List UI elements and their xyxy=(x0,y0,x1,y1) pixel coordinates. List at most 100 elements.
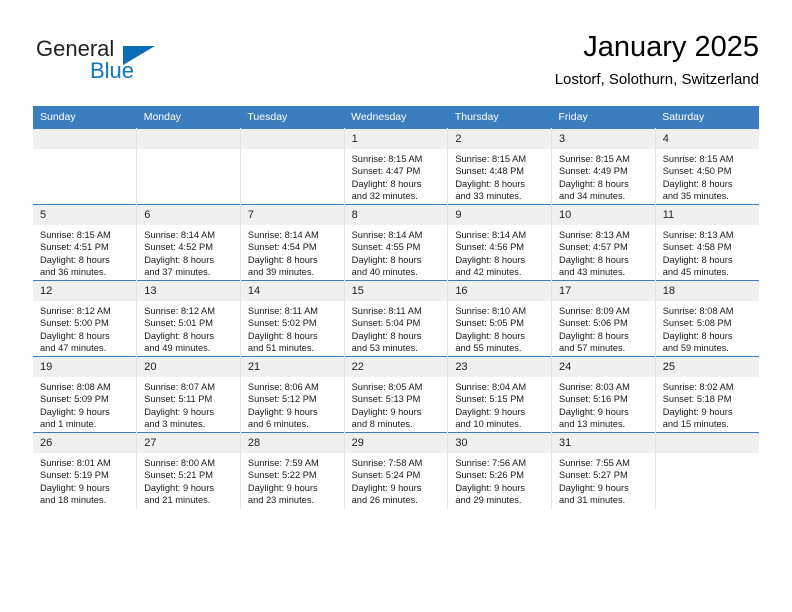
day-cell-empty xyxy=(654,432,759,509)
day-detail-line: Sunrise: 8:15 AM xyxy=(559,154,630,164)
day-number xyxy=(240,129,344,149)
day-detail-line: Daylight: 9 hours xyxy=(351,482,422,493)
day-detail-line: Sunset: 4:47 PM xyxy=(351,166,421,177)
day-number: 12 xyxy=(33,281,137,301)
day-details: Sunrise: 8:08 AM Sunset: 5:08 PM Daylight:… xyxy=(656,301,759,354)
day-cell[interactable]: 24 Sunrise: 8:03 AM Sunset: 5:16 PM Dayligh… xyxy=(551,356,656,433)
day-cell[interactable]: 16 Sunrise: 8:10 AM Sunset: 5:05 PM Dayligh… xyxy=(447,280,553,357)
week-row: 12 Sunrise: 8:12 AM Sunset: 5:00 PM Dayligh… xyxy=(33,280,759,357)
day-detail-line: Daylight: 8 hours xyxy=(144,330,214,341)
day-detail-line: Sunset: 4:52 PM xyxy=(144,242,213,253)
week-row: 5 Sunrise: 8:15 AM Sunset: 4:51 PM Daylight… xyxy=(33,204,759,281)
day-detail-line: and 8 minutes. xyxy=(351,418,413,429)
day-detail-line: Daylight: 9 hours xyxy=(144,406,214,417)
day-detail-line: Daylight: 8 hours xyxy=(559,330,629,341)
day-cell[interactable]: 29 Sunrise: 7:58 AM Sunset: 5:24 PM Dayligh… xyxy=(343,432,449,509)
day-detail-line: Sunrise: 7:55 AM xyxy=(559,458,630,468)
day-cell[interactable]: 18 Sunrise: 8:08 AM Sunset: 5:08 PM Dayligh… xyxy=(654,280,759,357)
day-number: 17 xyxy=(552,281,655,301)
day-detail-line: Daylight: 9 hours xyxy=(144,482,214,493)
day-cell[interactable]: 11 Sunrise: 8:13 AM Sunset: 4:58 PM Dayligh… xyxy=(654,204,759,281)
day-number: 14 xyxy=(240,281,344,301)
day-cell[interactable]: 31 Sunrise: 7:55 AM Sunset: 5:27 PM Dayligh… xyxy=(551,432,656,509)
day-detail-line: Daylight: 9 hours xyxy=(559,406,629,417)
day-details: Sunrise: 7:58 AM Sunset: 5:24 PM Daylight:… xyxy=(345,453,448,506)
day-detail-line: Sunset: 5:22 PM xyxy=(247,470,317,481)
day-cell[interactable]: 25 Sunrise: 8:02 AM Sunset: 5:18 PM Dayligh… xyxy=(654,356,759,433)
day-detail-line: Daylight: 8 hours xyxy=(247,254,318,265)
day-cell[interactable]: 20 Sunrise: 8:07 AM Sunset: 5:11 PM Dayligh… xyxy=(136,356,241,433)
day-detail-line: Daylight: 8 hours xyxy=(40,330,110,341)
day-number: 8 xyxy=(344,205,448,225)
day-cell[interactable]: 9 Sunrise: 8:14 AM Sunset: 4:56 PM Daylight… xyxy=(447,204,553,281)
day-detail-line: Daylight: 8 hours xyxy=(455,254,526,265)
day-cell[interactable]: 19 Sunrise: 8:08 AM Sunset: 5:09 PM Dayligh… xyxy=(33,356,138,433)
day-cell-empty xyxy=(239,128,345,205)
day-cell[interactable]: 6 Sunrise: 8:14 AM Sunset: 4:52 PM Daylight… xyxy=(136,204,241,281)
day-detail-line: Sunset: 5:06 PM xyxy=(559,318,628,329)
day-details: Sunrise: 8:15 AM Sunset: 4:51 PM Daylight:… xyxy=(33,225,136,278)
day-cell[interactable]: 1 Sunrise: 8:15 AM Sunset: 4:47 PM Daylight… xyxy=(343,128,449,205)
day-detail-line: Daylight: 9 hours xyxy=(351,406,422,417)
day-cell[interactable]: 26 Sunrise: 8:01 AM Sunset: 5:19 PM Dayligh… xyxy=(33,432,138,509)
day-cell[interactable]: 28 Sunrise: 7:59 AM Sunset: 5:22 PM Dayligh… xyxy=(239,432,345,509)
day-cell[interactable]: 15 Sunrise: 8:11 AM Sunset: 5:04 PM Dayligh… xyxy=(343,280,449,357)
day-cell[interactable]: 14 Sunrise: 8:11 AM Sunset: 5:02 PM Dayligh… xyxy=(239,280,345,357)
page-masthead: General Blue January 2025 Lostorf, Solot… xyxy=(33,30,759,98)
day-cell[interactable]: 23 Sunrise: 8:04 AM Sunset: 5:15 PM Dayligh… xyxy=(447,356,553,433)
day-cell[interactable]: 17 Sunrise: 8:09 AM Sunset: 5:06 PM Dayligh… xyxy=(551,280,656,357)
day-cell[interactable]: 21 Sunrise: 8:06 AM Sunset: 5:12 PM Dayligh… xyxy=(239,356,345,433)
day-number: 21 xyxy=(240,357,344,377)
day-detail-line: and 32 minutes. xyxy=(351,190,418,201)
day-detail-line: Sunrise: 8:15 AM xyxy=(351,154,423,164)
week-row: 26 Sunrise: 8:01 AM Sunset: 5:19 PM Dayligh… xyxy=(33,432,759,509)
day-number: 19 xyxy=(33,357,137,377)
day-detail-line: and 36 minutes. xyxy=(40,266,107,277)
day-detail-line: Sunrise: 8:08 AM xyxy=(40,382,111,392)
day-detail-line: Daylight: 8 hours xyxy=(662,178,733,189)
day-detail-line: Sunrise: 8:14 AM xyxy=(351,230,423,240)
day-detail-line: and 23 minutes. xyxy=(247,494,315,505)
day-cell[interactable]: 13 Sunrise: 8:12 AM Sunset: 5:01 PM Dayligh… xyxy=(136,280,241,357)
day-number: 7 xyxy=(240,205,344,225)
weekday-header-saturday: Saturday xyxy=(655,106,759,129)
day-detail-line: Daylight: 8 hours xyxy=(455,330,526,341)
day-cell[interactable]: 30 Sunrise: 7:56 AM Sunset: 5:26 PM Dayligh… xyxy=(447,432,553,509)
week-row: 19 Sunrise: 8:08 AM Sunset: 5:09 PM Dayligh… xyxy=(33,356,759,433)
day-detail-line: Sunset: 5:05 PM xyxy=(455,318,525,329)
day-details: Sunrise: 7:59 AM Sunset: 5:22 PM Daylight:… xyxy=(241,453,344,506)
day-detail-line: Sunrise: 8:11 AM xyxy=(351,306,422,316)
day-number: 29 xyxy=(344,433,448,453)
day-cell[interactable]: 27 Sunrise: 8:00 AM Sunset: 5:21 PM Dayligh… xyxy=(136,432,241,509)
day-cell[interactable]: 4 Sunrise: 8:15 AM Sunset: 4:50 PM Daylight… xyxy=(654,128,759,205)
day-cell[interactable]: 7 Sunrise: 8:14 AM Sunset: 4:54 PM Daylight… xyxy=(239,204,345,281)
day-cell[interactable]: 5 Sunrise: 8:15 AM Sunset: 4:51 PM Daylight… xyxy=(33,204,138,281)
month-calendar-table: Sunday Monday Tuesday Wednesday Thursday Frid… xyxy=(33,106,759,509)
day-number: 16 xyxy=(448,281,552,301)
day-cell[interactable]: 8 Sunrise: 8:14 AM Sunset: 4:55 PM Daylight… xyxy=(343,204,449,281)
day-cell[interactable]: 10 Sunrise: 8:13 AM Sunset: 4:57 PM Dayligh… xyxy=(551,204,656,281)
day-cell[interactable]: 2 Sunrise: 8:15 AM Sunset: 4:48 PM Daylight… xyxy=(447,128,553,205)
day-detail-line: and 51 minutes. xyxy=(247,342,315,353)
day-detail-line: and 40 minutes. xyxy=(351,266,418,277)
day-detail-line: and 55 minutes. xyxy=(455,342,522,353)
day-cell[interactable]: 3 Sunrise: 8:15 AM Sunset: 4:49 PM Daylight… xyxy=(551,128,656,205)
day-detail-line: Daylight: 9 hours xyxy=(455,482,526,493)
weekday-header-thursday: Thursday xyxy=(447,106,552,129)
day-detail-line: Sunset: 5:26 PM xyxy=(455,470,525,481)
day-number: 5 xyxy=(33,205,137,225)
day-number: 18 xyxy=(655,281,759,301)
day-detail-line: Daylight: 9 hours xyxy=(559,482,629,493)
day-details: Sunrise: 8:15 AM Sunset: 4:49 PM Daylight:… xyxy=(552,149,655,202)
day-cell[interactable]: 12 Sunrise: 8:12 AM Sunset: 5:00 PM Dayligh… xyxy=(33,280,138,357)
day-detail-line: Sunrise: 8:12 AM xyxy=(144,306,216,316)
weekday-header-friday: Friday xyxy=(551,106,656,129)
day-number: 22 xyxy=(344,357,448,377)
day-detail-line: Sunrise: 7:56 AM xyxy=(455,458,527,468)
day-detail-line: Sunset: 5:18 PM xyxy=(662,394,732,405)
day-detail-line: and 1 minute. xyxy=(40,418,97,429)
general-blue-logo[interactable]: General Blue xyxy=(33,36,233,92)
day-number: 23 xyxy=(448,357,552,377)
day-cell[interactable]: 22 Sunrise: 8:05 AM Sunset: 5:13 PM Dayligh… xyxy=(343,356,449,433)
weekday-header-row: Sunday Monday Tuesday Wednesday Thursday Frid… xyxy=(33,106,759,129)
